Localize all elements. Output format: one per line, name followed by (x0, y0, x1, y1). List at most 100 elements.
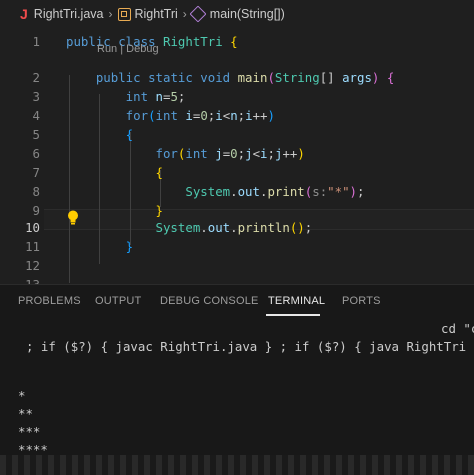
method-cube-icon (189, 5, 207, 23)
tab-terminal[interactable]: TERMINAL (268, 295, 325, 307)
blurred-terminal-line (0, 455, 474, 475)
code-line[interactable]: 3 int n=5; (0, 87, 474, 106)
tab-output[interactable]: OUTPUT (95, 295, 141, 307)
tab-ports[interactable]: PORTS (342, 295, 381, 307)
code-token: ; (357, 184, 365, 199)
code-line[interactable]: 2 public static void main(String[] args)… (0, 68, 474, 87)
terminal-output-line: ** (18, 406, 33, 421)
line-number: 12 (25, 258, 40, 273)
code-token: "*" (327, 184, 350, 199)
code-token: println (237, 220, 290, 235)
terminal-output-line: *** (18, 424, 41, 439)
code-token: int (185, 146, 208, 161)
code-token: main (230, 70, 268, 85)
terminal-line: cd "c (441, 321, 474, 336)
tab-problems[interactable]: PROBLEMS (18, 295, 81, 307)
code-token: ( (148, 108, 156, 123)
code-token: s: (312, 184, 328, 199)
code-text: for(int i=0;i<n;i++) (66, 106, 275, 125)
code-token: ; (304, 220, 313, 235)
code-token: System (66, 220, 201, 235)
code-token: { (66, 127, 134, 142)
code-line[interactable]: 5 { (0, 125, 474, 144)
code-token: n (230, 108, 238, 123)
code-text: System.out.println(); (66, 218, 313, 237)
code-token: . (200, 220, 208, 235)
java-file-icon: J (20, 6, 28, 22)
code-line[interactable]: 11 } (0, 237, 474, 256)
code-token: } (66, 203, 163, 218)
code-token: void (192, 70, 231, 85)
tab-debug-console[interactable]: DEBUG CONSOLE (160, 295, 259, 307)
code-token: int (155, 108, 178, 123)
code-token: out (237, 184, 260, 199)
breadcrumb-file[interactable]: RightTri.java (34, 7, 104, 21)
line-number: 8 (32, 184, 40, 199)
code-token: n (148, 89, 163, 104)
code-token: out (207, 220, 231, 235)
chevron-right-icon: › (182, 7, 187, 21)
code-token: { (222, 34, 238, 49)
code-text: int n=5; (66, 87, 186, 106)
code-editor[interactable]: 1 public class RightTri { 2 public static … (0, 28, 474, 292)
code-line[interactable]: 8 System.out.print(s:"*"); (0, 182, 474, 201)
code-token: ) (349, 184, 358, 199)
code-token: RightTri (155, 34, 223, 49)
breadcrumb-method[interactable]: main(String[]) (210, 7, 285, 21)
line-number: 7 (32, 165, 40, 180)
code-token: static (140, 70, 193, 85)
code-text: System.out.print(s:"*"); (66, 182, 364, 201)
code-token: . (230, 220, 238, 235)
code-token: ) (297, 146, 305, 161)
chevron-right-icon: › (108, 7, 113, 21)
code-token: ; (177, 89, 186, 104)
code-token: i (260, 146, 268, 161)
breadcrumb-class[interactable]: RightTri (135, 7, 178, 21)
line-number: 4 (32, 108, 40, 123)
code-token: print (267, 184, 305, 199)
code-token: 0 (200, 108, 208, 123)
code-token: i (245, 108, 253, 123)
panel-tabs: PROBLEMS OUTPUT DEBUG CONSOLE TERMINAL P… (0, 285, 474, 317)
code-token: j (207, 146, 223, 161)
line-number: 6 (32, 146, 40, 161)
code-token: { (66, 165, 163, 180)
bottom-panel: PROBLEMS OUTPUT DEBUG CONSOLE TERMINAL P… (0, 284, 474, 475)
terminal-output-line: * (18, 388, 26, 403)
lightbulb-icon[interactable] (67, 210, 79, 226)
code-token: } (66, 239, 134, 254)
line-number: 1 (32, 34, 40, 49)
code-token: i (215, 108, 223, 123)
code-token: String (274, 70, 320, 85)
code-token: ; (237, 108, 246, 123)
code-line[interactable]: 7 { (0, 163, 474, 182)
code-token: public (66, 70, 141, 85)
line-number: 3 (32, 89, 40, 104)
code-token: int (66, 89, 149, 104)
code-token: [] (319, 70, 343, 85)
code-text: { (66, 125, 133, 144)
code-line[interactable]: 12 (0, 256, 474, 275)
code-token: i (177, 108, 193, 123)
code-token: ( (267, 70, 275, 85)
code-token: ) (267, 108, 275, 123)
code-token: System (66, 184, 231, 199)
line-number: 2 (32, 70, 40, 85)
active-tab-indicator (266, 314, 320, 316)
line-number: 10 (25, 220, 40, 235)
code-token: . (230, 184, 238, 199)
code-text: } (66, 237, 133, 256)
terminal[interactable]: cd "c ; if ($?) { javac RightTri.java } … (0, 317, 474, 475)
code-text: public static void main(String[] args) { (66, 68, 394, 87)
code-line[interactable]: 4 for(int i=0;i<n;i++) (0, 106, 474, 125)
terminal-line: ; if ($?) { javac RightTri.java } ; if (… (26, 339, 474, 354)
code-token: < (252, 146, 261, 161)
codelens-run-debug[interactable]: Run | Debug (97, 43, 159, 55)
code-token: for (66, 146, 178, 161)
code-line[interactable]: 1 public class RightTri { (0, 32, 474, 51)
code-line[interactable]: 6 for(int j=0;j<i;j++) (0, 144, 474, 163)
code-token: ; (267, 146, 275, 161)
code-token: ++ (252, 108, 268, 123)
class-icon (117, 7, 131, 21)
line-number: 5 (32, 127, 40, 142)
